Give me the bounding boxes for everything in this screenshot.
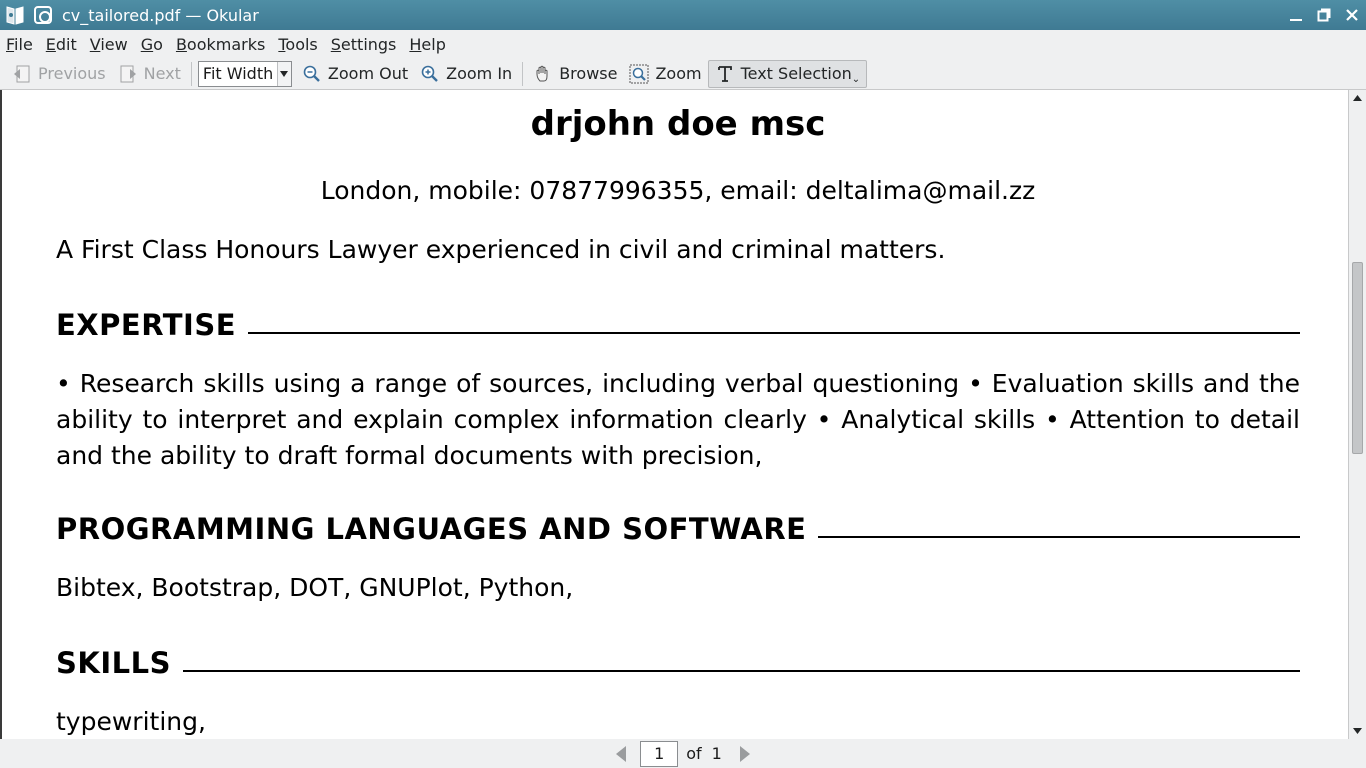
previous-page-button[interactable]: Previous bbox=[6, 60, 112, 88]
maximize-button[interactable] bbox=[1310, 0, 1338, 30]
page-of-label: of bbox=[686, 744, 702, 763]
window-titlebar: cv_tailored.pdf — Okular bbox=[0, 0, 1366, 30]
page-navigation-bar: 1 of 1 bbox=[0, 739, 1366, 768]
hand-icon bbox=[533, 64, 553, 84]
total-pages-label: 1 bbox=[711, 744, 722, 763]
zoom-mode-select[interactable]: Fit Width bbox=[197, 60, 292, 87]
current-page-input[interactable]: 1 bbox=[640, 740, 679, 767]
menu-bar: File Edit View Go Bookmarks Tools Settin… bbox=[0, 30, 1366, 58]
section-rule bbox=[248, 332, 1300, 334]
dropdown-arrow-icon[interactable] bbox=[276, 61, 291, 86]
next-page-icon bbox=[118, 64, 138, 84]
section-heading-skills: SKILLS bbox=[56, 646, 1300, 680]
toolbar-separator bbox=[522, 61, 524, 86]
previous-page-arrow-icon[interactable] bbox=[610, 743, 632, 765]
menu-tools[interactable]: Tools bbox=[278, 35, 317, 54]
close-button[interactable] bbox=[1338, 0, 1366, 30]
document-view[interactable]: drjohn doe msc London, mobile: 078779963… bbox=[0, 90, 1366, 739]
cv-contact-line: London, mobile: 07877996355, email: delt… bbox=[320, 176, 1036, 205]
minimize-icon bbox=[1290, 19, 1302, 21]
menu-file[interactable]: File bbox=[6, 35, 33, 54]
okular-app-icon[interactable] bbox=[4, 4, 26, 26]
menu-view[interactable]: View bbox=[90, 35, 128, 54]
window-title: cv_tailored.pdf — Okular bbox=[62, 5, 259, 25]
cv-name-heading: drjohn doe msc bbox=[530, 104, 826, 144]
menu-edit[interactable]: Edit bbox=[46, 35, 77, 54]
toolbar-separator bbox=[190, 61, 192, 86]
scroll-down-arrow-icon[interactable] bbox=[1349, 723, 1366, 739]
close-icon bbox=[1346, 9, 1358, 21]
zoom-out-icon bbox=[302, 64, 322, 84]
browse-tool-button[interactable]: Browse bbox=[527, 60, 623, 88]
zoom-in-button[interactable]: Zoom In bbox=[414, 60, 518, 88]
zoom-tool-icon bbox=[629, 64, 649, 84]
window-controls bbox=[1282, 0, 1366, 30]
previous-page-icon bbox=[12, 64, 32, 84]
menu-go[interactable]: Go bbox=[141, 35, 163, 54]
zoom-tool-button[interactable]: Zoom bbox=[623, 60, 707, 88]
restore-icon bbox=[1317, 8, 1331, 22]
minimize-button[interactable] bbox=[1282, 0, 1310, 30]
section-body-expertise: • Research skills using a range of sourc… bbox=[56, 369, 1300, 470]
scrollbar-thumb[interactable] bbox=[1352, 262, 1363, 454]
section-rule bbox=[818, 536, 1300, 538]
vertical-scrollbar[interactable] bbox=[1348, 90, 1366, 739]
text-cursor-icon bbox=[715, 64, 735, 84]
menu-settings[interactable]: Settings bbox=[331, 35, 397, 54]
section-heading-expertise: EXPERTISE bbox=[56, 308, 1300, 342]
menu-indicator-icon: ⌄ bbox=[851, 73, 861, 85]
section-rule bbox=[183, 670, 1300, 672]
zoom-mode-value: Fit Width bbox=[202, 64, 274, 83]
next-page-arrow-icon[interactable] bbox=[734, 743, 756, 765]
window-menu-icon[interactable] bbox=[34, 6, 52, 24]
main-toolbar: Previous Next Fit Width Zoom Out Zoom In… bbox=[0, 58, 1366, 90]
zoom-out-button[interactable]: Zoom Out bbox=[296, 60, 414, 88]
next-page-button[interactable]: Next bbox=[112, 60, 187, 88]
scroll-up-arrow-icon[interactable] bbox=[1349, 90, 1366, 106]
section-heading-programming: PROGRAMMING LANGUAGES AND SOFTWARE bbox=[56, 512, 1300, 546]
menu-bookmarks[interactable]: Bookmarks bbox=[176, 35, 265, 54]
section-body-skills: typewriting, bbox=[56, 707, 206, 736]
cv-summary: A First Class Honours Lawyer experienced… bbox=[56, 235, 946, 264]
text-selection-tool-button[interactable]: Text Selection ⌄ bbox=[707, 59, 868, 88]
section-body-programming: Bibtex, Bootstrap, DOT, GNUPlot, Python, bbox=[56, 573, 574, 602]
menu-help[interactable]: Help bbox=[409, 35, 445, 54]
zoom-in-icon bbox=[420, 64, 440, 84]
